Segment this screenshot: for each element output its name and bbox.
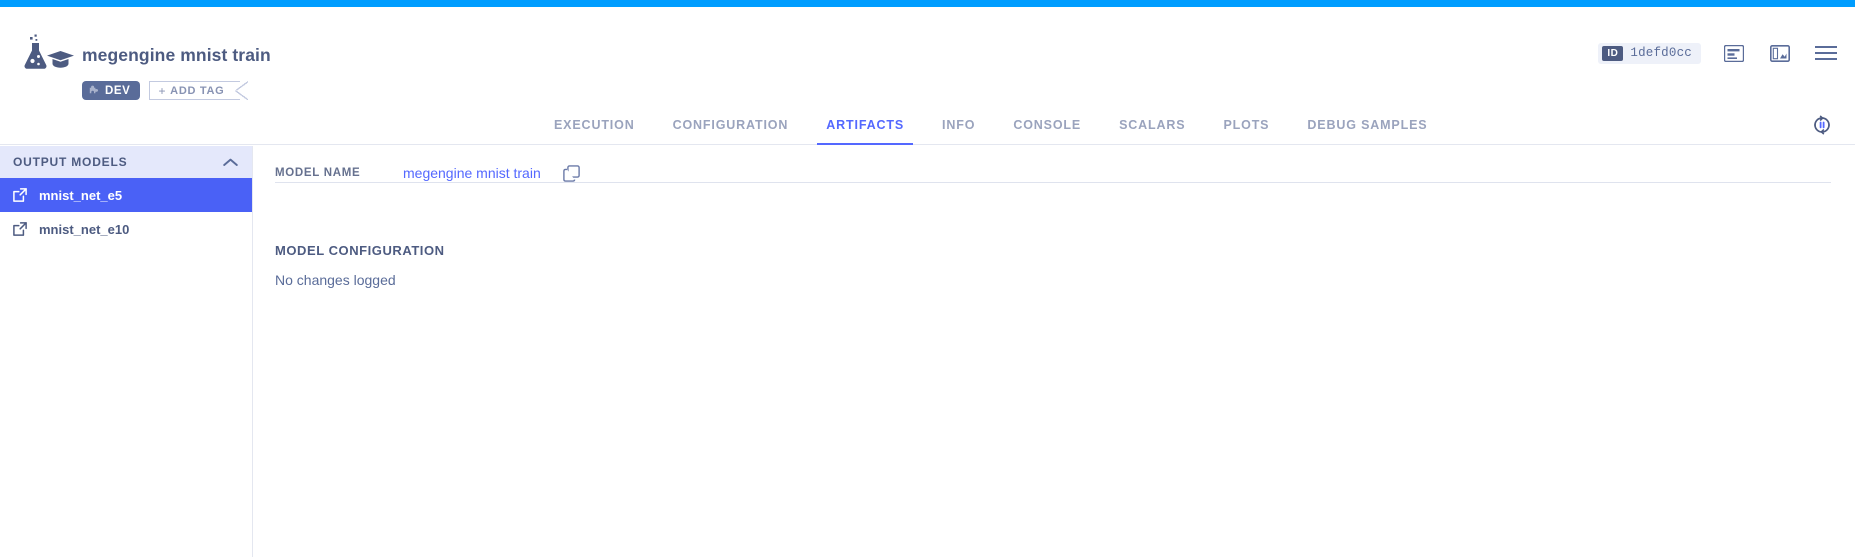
- chevron-up-icon[interactable]: [223, 158, 238, 167]
- tab-execution[interactable]: EXECUTION: [535, 105, 654, 145]
- external-link-icon: [13, 188, 27, 202]
- tab-console[interactable]: CONSOLE: [994, 105, 1100, 145]
- add-tag-button[interactable]: + ADD TAG: [149, 81, 240, 100]
- sidebar-item-label: mnist_net_e10: [39, 222, 129, 237]
- tag-row: DEV + ADD TAG: [82, 81, 240, 100]
- tab-info[interactable]: INFO: [923, 105, 994, 145]
- auto-refresh-paused-icon[interactable]: [1809, 112, 1835, 138]
- copy-icon[interactable]: [561, 162, 583, 184]
- id-badge-key: ID: [1602, 46, 1623, 61]
- external-link-icon: [13, 222, 27, 236]
- flask-graduation-cap-icon: [18, 34, 76, 74]
- app-root: COMPLETED: [0, 0, 1855, 557]
- tab-scalars[interactable]: SCALARS: [1100, 105, 1204, 145]
- tab-list: EXECUTION CONFIGURATION ARTIFACTS INFO C…: [535, 105, 1446, 145]
- tag-dev-label: DEV: [105, 85, 130, 97]
- sidebar-section-label: OUTPUT MODELS: [13, 155, 127, 169]
- page-header: megengine mnist train DEV + ADD TAG ID 1…: [0, 7, 1855, 105]
- model-name-row: MODEL NAME megengine mnist train: [275, 158, 583, 188]
- sidebar: OUTPUT MODELS mnist_net_e5: [0, 146, 253, 557]
- tag-dev[interactable]: DEV: [82, 81, 140, 100]
- log-view-icon[interactable]: [1721, 41, 1747, 65]
- page-title: megengine mnist train: [82, 45, 271, 66]
- sidebar-item-label: mnist_net_e5: [39, 188, 122, 203]
- task-id-badge[interactable]: ID 1defd0cc: [1598, 43, 1701, 64]
- tab-configuration[interactable]: CONFIGURATION: [654, 105, 808, 145]
- tab-bar: EXECUTION CONFIGURATION ARTIFACTS INFO C…: [0, 105, 1855, 145]
- tab-plots[interactable]: PLOTS: [1204, 105, 1288, 145]
- hamburger-menu-icon[interactable]: [1813, 41, 1839, 65]
- plus-icon: +: [158, 84, 166, 98]
- sidebar-section-output-models[interactable]: OUTPUT MODELS: [0, 146, 252, 178]
- main-content: MODEL NAME megengine mnist train MODEL C…: [253, 146, 1855, 557]
- panel-layout-icon[interactable]: [1767, 41, 1793, 65]
- id-badge-value: 1defd0cc: [1630, 46, 1701, 60]
- sidebar-item-mnist-net-e10[interactable]: mnist_net_e10: [0, 212, 252, 246]
- model-name-label: MODEL NAME: [275, 167, 403, 179]
- header-actions: ID 1defd0cc: [1598, 39, 1839, 67]
- model-name-link[interactable]: megengine mnist train: [403, 165, 541, 181]
- tag-icon: [89, 85, 100, 96]
- model-configuration-title: MODEL CONFIGURATION: [275, 243, 445, 258]
- content-divider: [275, 182, 1831, 183]
- tab-debug-samples[interactable]: DEBUG SAMPLES: [1288, 105, 1446, 145]
- add-tag-label: ADD TAG: [170, 85, 224, 97]
- sidebar-item-mnist-net-e5[interactable]: mnist_net_e5: [0, 178, 252, 212]
- model-configuration-body: No changes logged: [275, 272, 396, 288]
- tab-artifacts[interactable]: ARTIFACTS: [807, 105, 923, 145]
